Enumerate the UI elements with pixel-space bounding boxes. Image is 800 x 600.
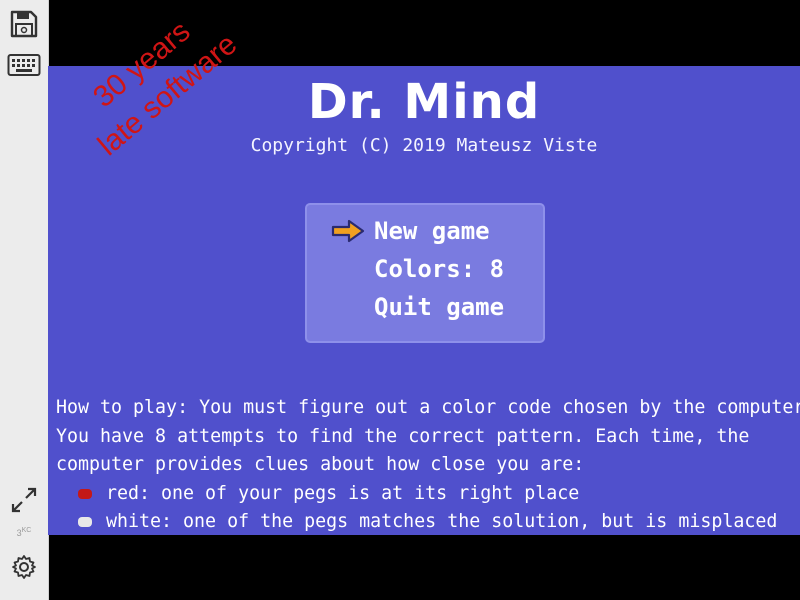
keyboard-icon: [7, 52, 41, 78]
save-icon: [9, 9, 39, 39]
instructions-line: You have 8 attempts to find the correct …: [56, 425, 750, 447]
clue-white: white: one of the pegs matches the solut…: [56, 508, 796, 535]
fullscreen-button[interactable]: [6, 482, 42, 518]
emulator-toolbar: 3KC: [0, 0, 49, 600]
menu-item-new-game[interactable]: New game: [374, 216, 490, 246]
keyboard-button[interactable]: [6, 47, 42, 83]
menu-item-quit-game[interactable]: Quit game: [374, 292, 504, 322]
clue-white-text: white: one of the pegs matches the solut…: [106, 511, 778, 532]
cpu-speed-indicator: 3KC: [0, 527, 48, 538]
how-to-play: How to play: You must figure out a color…: [56, 394, 800, 535]
settings-button[interactable]: [6, 549, 42, 585]
game-screen[interactable]: Dr. Mind Copyright (C) 2019 Mateusz Vist…: [48, 66, 800, 535]
settings-icon: [10, 553, 38, 581]
menu-item-colors[interactable]: Colors: 8: [374, 254, 504, 284]
main-menu: New game Colors: 8 Quit game: [305, 203, 545, 343]
arrow-right-icon: [331, 219, 365, 247]
clue-red: red: one of your pegs is at its right pl…: [56, 480, 796, 509]
fullscreen-icon: [10, 486, 38, 514]
white-peg-icon: [78, 517, 92, 527]
copyright-notice: Copyright (C) 2019 Mateusz Viste: [250, 135, 598, 156]
speed-unit: KC: [21, 527, 32, 534]
instructions-line: computer provides clues about how close …: [56, 454, 585, 475]
instructions-line: How to play: You must figure out a color…: [56, 397, 800, 418]
clue-red-text: red: one of your pegs is at its right pl…: [106, 482, 580, 504]
save-button[interactable]: [6, 6, 42, 42]
red-peg-icon: [78, 488, 92, 499]
